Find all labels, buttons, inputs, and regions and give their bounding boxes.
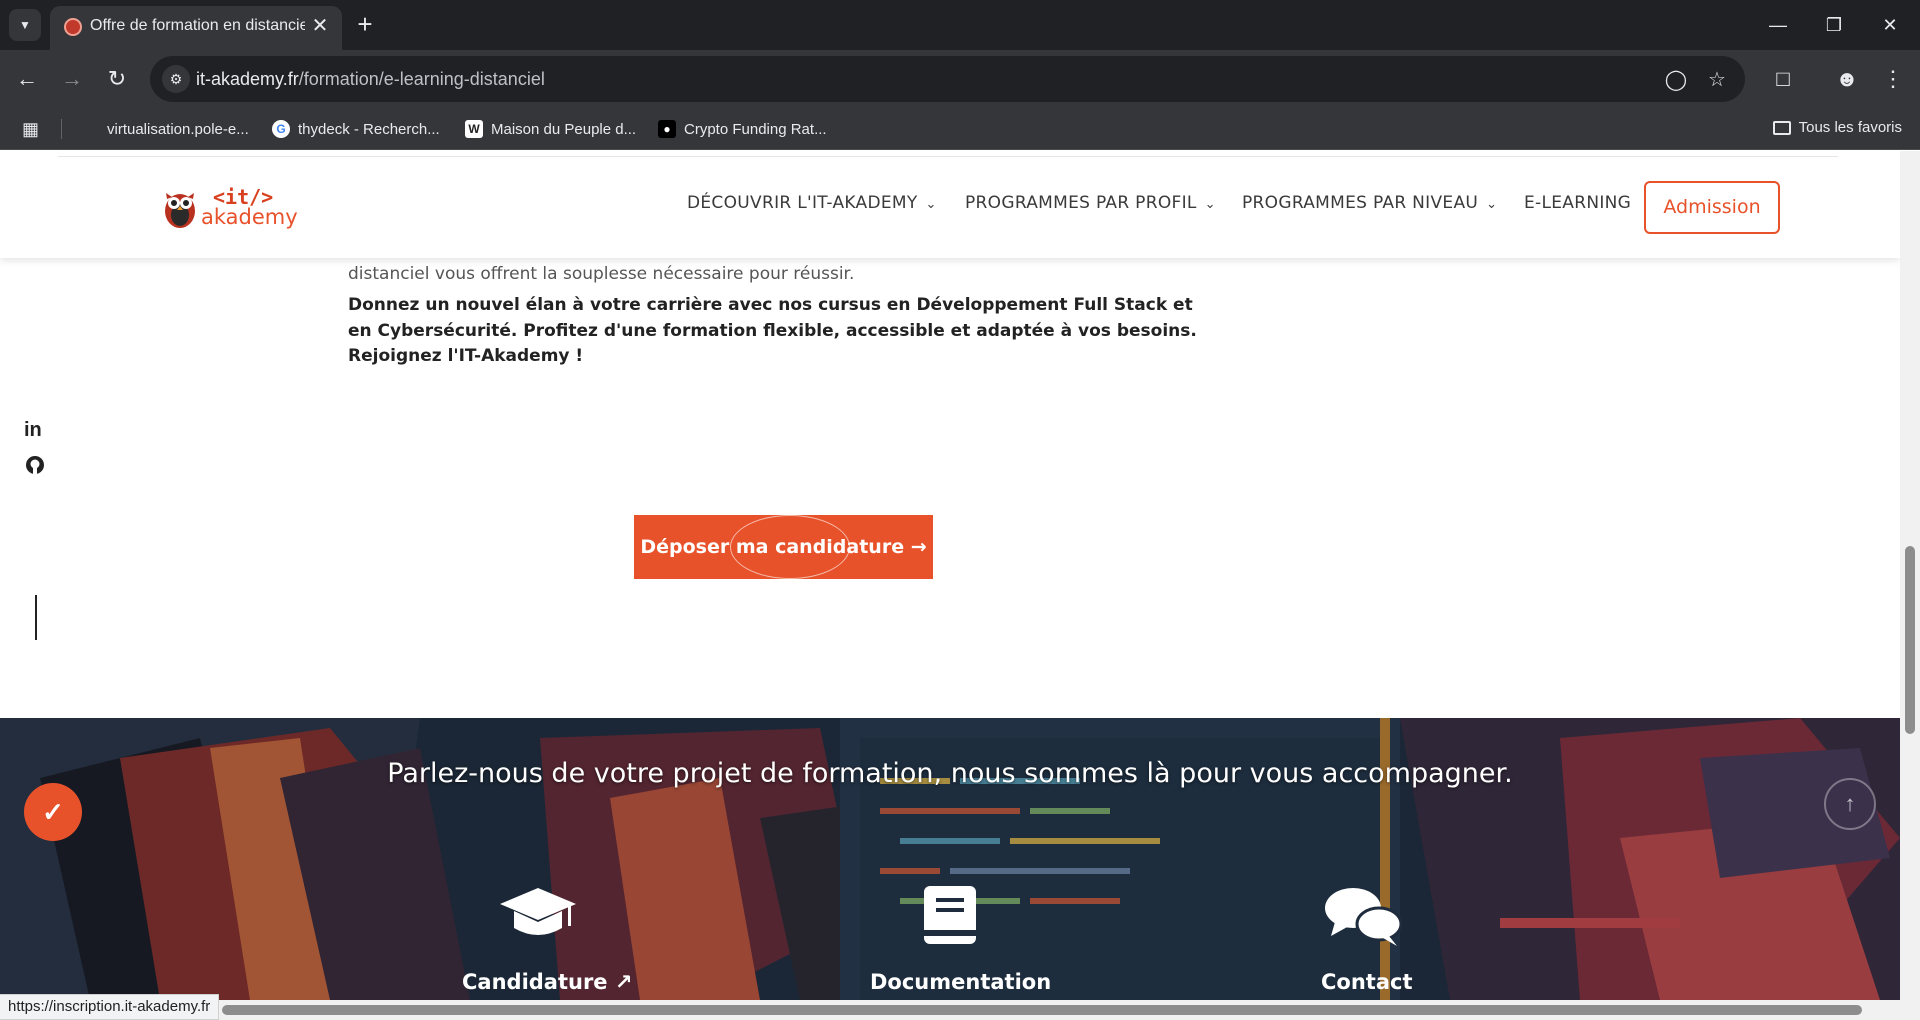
apply-button[interactable]: Déposer ma candidature → bbox=[634, 515, 933, 579]
horizontal-scrollbar-thumb[interactable] bbox=[222, 1005, 1862, 1015]
bookmarks-bar: ▦ virtualisation.pole-e... Gthydeck - Re… bbox=[0, 108, 1920, 150]
arrow-right-icon: → bbox=[910, 536, 927, 558]
click-ripple bbox=[730, 515, 850, 579]
tab-title: Offre de formation en distanciel bbox=[90, 17, 305, 34]
google-icon: G bbox=[272, 120, 290, 138]
owl-mascot-icon bbox=[165, 193, 195, 228]
bookmark-star-icon[interactable]: ☆ bbox=[1703, 66, 1731, 94]
admission-button[interactable]: Admission bbox=[1644, 181, 1780, 234]
chevron-down-icon: ⌄ bbox=[1486, 197, 1498, 212]
chat-widget-button[interactable]: ✓ bbox=[24, 783, 82, 841]
crypto-site-icon: ● bbox=[658, 120, 676, 138]
extensions-icon[interactable]: □ bbox=[1766, 62, 1800, 96]
active-tab[interactable]: Offre de formation en distanciel ✕ bbox=[50, 6, 342, 50]
minimize-button[interactable]: — bbox=[1758, 8, 1798, 42]
url-text[interactable]: it-akademy.fr/formation/e-learning-dista… bbox=[196, 69, 545, 90]
nav-programs-level-menu[interactable]: PROGRAMMES PAR NIVEAU ⌄ bbox=[1242, 193, 1497, 213]
nav-discover-menu[interactable]: DÉCOUVRIR L'IT-AKADEMY ⌄ bbox=[687, 193, 937, 213]
tab-strip: ▼ Offre de formation en distanciel ✕ + —… bbox=[0, 0, 1920, 50]
page-viewport: nous avons conçu nos formations pour s'a… bbox=[0, 151, 1900, 1000]
close-window-button[interactable]: ✕ bbox=[1870, 8, 1910, 42]
it-akademy-logo[interactable]: <it/> akademy bbox=[163, 185, 298, 233]
social-divider bbox=[35, 595, 37, 640]
tab-search-button[interactable]: ▼ bbox=[9, 9, 41, 41]
bookmark-item[interactable]: ● Crypto Funding Rat... bbox=[658, 119, 827, 139]
contact-banner: Parlez-nous de votre projet de formation… bbox=[0, 718, 1900, 1000]
header-top-divider bbox=[58, 156, 1838, 157]
apps-grid-icon[interactable]: ▦ bbox=[22, 119, 42, 139]
menu-kebab-icon[interactable]: ⋮ bbox=[1876, 62, 1910, 96]
linkedin-icon[interactable]: in bbox=[24, 419, 42, 442]
nav-programs-profile-menu[interactable]: PROGRAMMES PAR PROFIL ⌄ bbox=[965, 193, 1216, 213]
site-header: <it/> akademy DÉCOUVRIR L'IT-AKADEMY ⌄ PR… bbox=[0, 151, 1900, 258]
eye-off-icon[interactable]: ◯ bbox=[1662, 66, 1690, 94]
folder-icon bbox=[1772, 120, 1791, 135]
chevron-down-icon: ⌄ bbox=[1204, 197, 1216, 212]
call-to-action-paragraph: Donnez un nouvel élan à votre carrière a… bbox=[348, 295, 1197, 366]
footer-link-documentation[interactable]: Documentation bbox=[870, 970, 1051, 994]
link-status-bar: https://inscription.it-akademy.fr bbox=[0, 994, 220, 1020]
vertical-scrollbar-thumb[interactable] bbox=[1905, 546, 1915, 734]
bookmark-item[interactable]: virtualisation.pole-e... bbox=[107, 119, 249, 139]
forward-button[interactable]: → bbox=[55, 62, 89, 96]
new-tab-button[interactable]: + bbox=[350, 10, 380, 40]
site-settings-icon[interactable]: ⚙ bbox=[162, 65, 190, 93]
close-tab-icon[interactable]: ✕ bbox=[308, 14, 332, 38]
footer-link-candidature[interactable]: Candidature ↗ bbox=[462, 970, 632, 994]
site-favicon-icon bbox=[64, 18, 82, 36]
address-bar[interactable]: ⚙ it-akademy.fr/formation/e-learning-dis… bbox=[150, 56, 1745, 102]
wikipedia-icon: W bbox=[465, 120, 483, 138]
bookmark-item[interactable]: Gthydeck - Recherch... bbox=[272, 119, 440, 139]
back-button[interactable]: ← bbox=[10, 62, 44, 96]
reload-button[interactable]: ↻ bbox=[100, 62, 134, 96]
bookmarks-divider bbox=[61, 119, 62, 139]
vertical-scrollbar[interactable] bbox=[1900, 151, 1920, 1000]
horizontal-scrollbar[interactable] bbox=[0, 1000, 1920, 1020]
bookmark-item[interactable]: W Maison du Peuple d... bbox=[465, 119, 636, 139]
github-icon[interactable] bbox=[24, 454, 46, 482]
restore-button[interactable]: ❐ bbox=[1814, 8, 1854, 42]
scroll-to-top-button[interactable]: ↑ bbox=[1824, 778, 1876, 830]
external-link-icon: ↗ bbox=[614, 970, 633, 994]
footer-link-contact[interactable]: Contact bbox=[1321, 970, 1413, 994]
chevron-down-icon: ⌄ bbox=[925, 197, 937, 212]
banner-title: Parlez-nous de votre projet de formation… bbox=[387, 758, 1513, 789]
browser-toolbar: ← → ↻ ⚙ it-akademy.fr/formation/e-learni… bbox=[0, 50, 1920, 108]
nav-elearning-link[interactable]: E-LEARNING bbox=[1524, 193, 1631, 213]
all-bookmarks-button[interactable]: Tous les favoris bbox=[1772, 119, 1902, 136]
profile-icon[interactable]: ☻ bbox=[1830, 62, 1864, 96]
